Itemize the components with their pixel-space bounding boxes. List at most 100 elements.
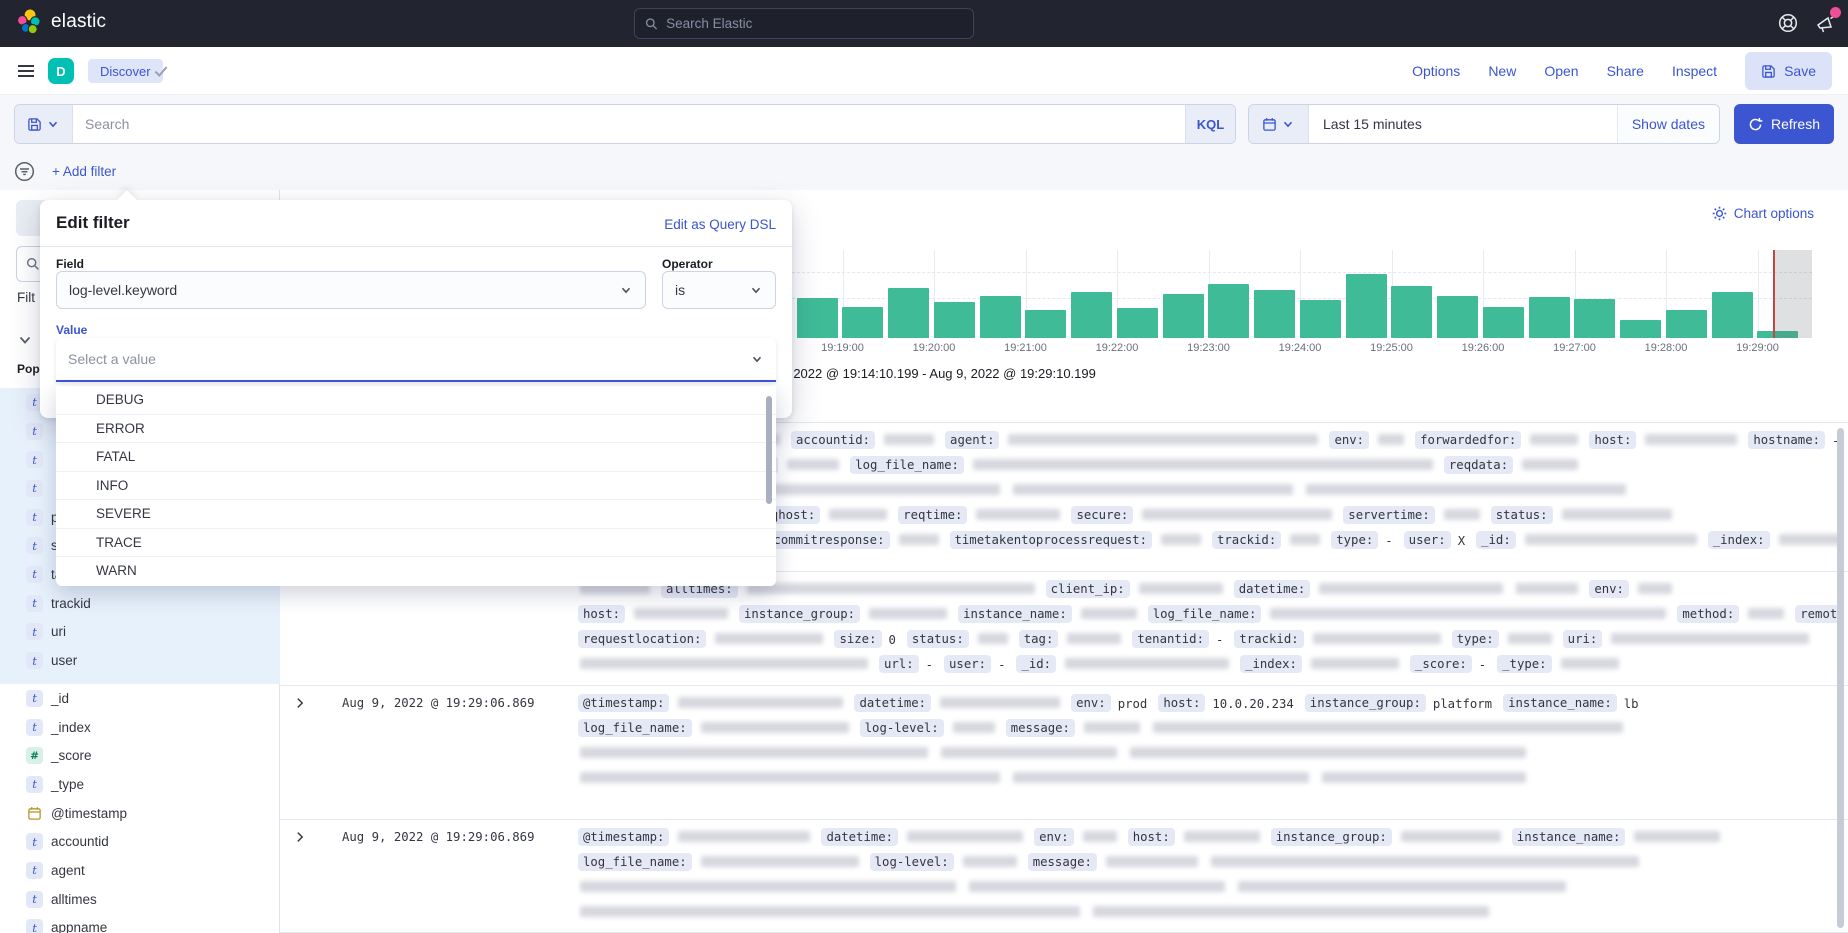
field-badge[interactable]: url: [879,655,919,673]
sidebar-field-alltimes[interactable]: talltimes [0,885,280,914]
add-filter-button[interactable]: + Add filter [52,164,116,179]
field-badge[interactable]: _type: [1497,655,1551,673]
histogram-bar[interactable] [1529,297,1570,338]
field-badge[interactable]: env: [1071,694,1111,712]
field-badge[interactable]: _score: [1410,655,1472,673]
value-option-debug[interactable]: DEBUG [56,386,776,415]
refresh-button[interactable]: Refresh [1734,104,1834,144]
menu-icon[interactable] [16,61,36,81]
sidebar-field-_type[interactable]: t_type [0,770,280,799]
newsfeed-icon[interactable] [1814,11,1838,35]
chart-options-button[interactable]: Chart options [1712,206,1814,221]
sidebar-field-appname[interactable]: tappname [0,914,280,933]
field-badge[interactable]: tenantid: [1132,630,1209,648]
field-badge[interactable]: log-level: [870,853,954,871]
histogram-bar[interactable] [1574,299,1615,338]
field-badge[interactable]: instance_group: [739,605,860,623]
field-badge[interactable]: _index: [1240,655,1302,673]
field-badge[interactable]: datetime: [821,828,898,846]
field-badge[interactable]: @timestamp: [578,694,669,712]
kql-badge[interactable]: KQL [1185,105,1235,143]
value-option-warn[interactable]: WARN [56,557,776,586]
sidebar-field-_id[interactable]: t_id [0,684,280,713]
field-badge[interactable]: tag: [1019,630,1059,648]
field-badge[interactable]: _id: [1476,531,1516,549]
histogram-bar[interactable] [1346,274,1387,338]
value-option-severe[interactable]: SEVERE [56,500,776,529]
field-badge[interactable]: reqtime: [898,506,967,524]
sidebar-field-_score[interactable]: #_score [0,741,280,770]
value-combobox[interactable] [56,338,776,382]
field-badge[interactable]: remote_id: [1795,605,1838,623]
toolbar-link-open[interactable]: Open [1544,63,1578,79]
histogram-bar[interactable] [1712,292,1753,338]
expand-row-icon[interactable] [293,830,307,844]
sidebar-field-agent[interactable]: tagent [0,856,280,885]
histogram-bar[interactable] [1071,292,1112,338]
sidebar-field-@timestamp[interactable]: @timestamp [0,799,280,828]
histogram-bar[interactable] [1208,284,1249,338]
field-badge[interactable]: reqdata: [1444,456,1513,474]
field-badge[interactable]: host: [1158,694,1205,712]
operator-select[interactable]: is [662,271,776,309]
field-badge[interactable]: instance_name: [958,605,1072,623]
histogram-bar[interactable] [1300,300,1341,338]
field-badge[interactable]: _index: [1708,531,1770,549]
sidebar-field-trackid[interactable]: ttrackid [0,589,280,618]
value-option-info[interactable]: INFO [56,472,776,501]
field-badge[interactable]: env: [1329,431,1369,449]
field-badge[interactable]: accountid: [791,431,875,449]
field-badge[interactable]: datetime: [854,694,931,712]
sidebar-field-accountid[interactable]: taccountid [0,827,280,856]
field-badge[interactable]: host: [1128,828,1175,846]
toolbar-link-share[interactable]: Share [1607,63,1644,79]
time-range-value[interactable]: Last 15 minutes [1309,105,1617,143]
page-scrollbar[interactable] [1837,428,1844,928]
histogram-bar[interactable] [1117,308,1158,338]
field-badge[interactable]: size: [834,630,881,648]
field-badge[interactable]: method: [1677,605,1739,623]
field-badge[interactable]: trackid: [1212,531,1281,549]
field-badge[interactable]: message: [1028,853,1097,871]
global-search[interactable] [634,8,974,39]
search-input[interactable] [73,105,1185,143]
app-icon-badge[interactable]: D [48,58,74,84]
field-badge[interactable]: instance_name: [1503,694,1617,712]
field-badge[interactable]: requestlocation: [578,630,706,648]
global-search-input[interactable] [666,16,963,31]
field-badge[interactable]: _id: [1016,655,1056,673]
field-badge[interactable]: servertime: [1343,506,1434,524]
filter-by-type-label[interactable]: Filt [17,290,35,305]
histogram-bar[interactable] [1483,307,1524,338]
sidebar-field-_index[interactable]: t_index [0,713,280,742]
expand-row-icon[interactable] [293,696,307,710]
show-dates-button[interactable]: Show dates [1617,105,1719,143]
histogram-bar[interactable] [888,288,929,338]
saved-query-menu-button[interactable] [15,105,73,143]
value-input[interactable] [68,351,750,367]
chevron-down-icon[interactable] [17,332,33,348]
value-option-trace[interactable]: TRACE [56,529,776,558]
field-badge[interactable]: env: [1034,828,1074,846]
field-badge[interactable]: trackid: [1234,630,1303,648]
elastic-brand[interactable]: elastic [16,9,106,35]
histogram-bar[interactable] [1391,286,1432,338]
field-badge[interactable]: status: [907,630,969,648]
value-option-fatal[interactable]: FATAL [56,443,776,472]
field-badge[interactable]: host: [578,605,625,623]
field-badge[interactable]: message: [1006,719,1075,737]
histogram-bar[interactable] [797,298,838,338]
check-icon[interactable] [152,62,170,80]
field-badge[interactable]: @timestamp: [578,828,669,846]
field-badge[interactable]: instance_group: [1305,694,1426,712]
field-badge[interactable]: instance_group: [1271,828,1392,846]
field-badge[interactable]: instance_name: [1512,828,1626,846]
histogram-bar[interactable] [980,296,1021,338]
field-badge[interactable]: datetime: [1234,580,1311,598]
help-icon[interactable] [1776,11,1800,35]
field-badge[interactable]: secure: [1071,506,1133,524]
filter-set-icon[interactable] [14,161,35,182]
histogram-bar[interactable] [934,302,975,338]
edit-as-query-dsl-link[interactable]: Edit as Query DSL [664,217,776,232]
field-badge[interactable]: log_file_name: [578,719,692,737]
